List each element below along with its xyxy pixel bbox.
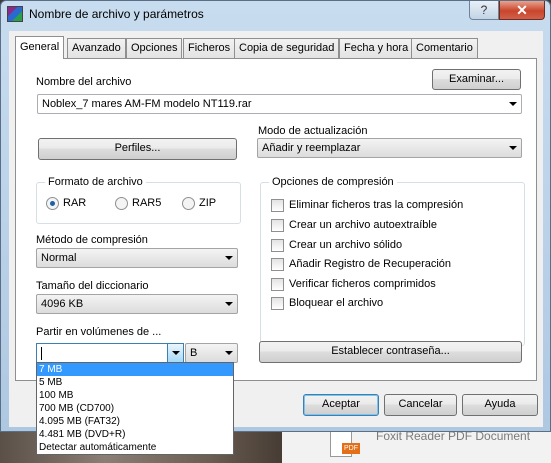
list-item[interactable]: 4.095 MB (FAT32) xyxy=(37,415,233,428)
list-item[interactable]: 5 MB xyxy=(37,376,233,389)
help-icon[interactable]: ? xyxy=(469,1,499,20)
tab-copia-de-seguridad[interactable]: Copia de seguridad xyxy=(234,38,340,58)
help-button[interactable]: Ayuda xyxy=(462,394,538,416)
tab-fecha-y-hora[interactable]: Fecha y hora xyxy=(339,38,414,58)
chevron-down-icon xyxy=(225,302,233,306)
chevron-down-icon xyxy=(225,256,233,260)
compression-options-title: Opciones de compresión xyxy=(269,176,397,188)
compression-method-label: Método de compresión xyxy=(36,234,148,246)
update-mode-label: Modo de actualización xyxy=(258,125,368,137)
pdf-icon: PDF xyxy=(342,443,360,454)
checkbox-solid[interactable] xyxy=(271,239,284,252)
split-volumes-label: Partir en volúmenes de ... xyxy=(36,326,162,338)
tab-comentario[interactable]: Comentario xyxy=(411,38,478,58)
checkbox-lock-label: Bloquear el archivo xyxy=(289,297,384,309)
split-volumes-input[interactable] xyxy=(36,343,170,363)
checkbox-verify-label: Verificar ficheros comprimidos xyxy=(289,278,436,290)
chevron-down-icon xyxy=(172,351,180,355)
radio-rar[interactable] xyxy=(46,197,59,210)
checkbox-verify[interactable] xyxy=(271,278,284,291)
checkbox-delete-files-label: Eliminar ficheros tras la compresión xyxy=(289,199,464,211)
update-mode-select[interactable]: Añadir y reemplazar xyxy=(257,138,522,158)
compression-method-select[interactable]: Normal xyxy=(36,248,238,268)
profiles-button[interactable]: Perfiles... xyxy=(38,138,237,160)
dictionary-size-label: Tamaño del diccionario xyxy=(36,280,149,292)
tab-general[interactable]: General xyxy=(15,36,65,59)
split-volumes-dropdown-button[interactable] xyxy=(167,343,184,363)
title-bar[interactable]: Nombre de archivo y parámetros ? ✕ xyxy=(1,1,550,28)
tab-opciones[interactable]: Opciones xyxy=(126,38,183,58)
checkbox-delete-files[interactable] xyxy=(271,199,284,212)
set-password-button[interactable]: Establecer contraseña... xyxy=(259,341,522,363)
update-mode-value: Añadir y reemplazar xyxy=(262,142,361,154)
radio-zip-label: ZIP xyxy=(199,197,217,209)
tab-avanzado[interactable]: Avanzado xyxy=(67,38,126,58)
radio-zip[interactable] xyxy=(182,197,195,210)
compression-options-group: Opciones de compresión Eliminar ficheros… xyxy=(260,176,525,346)
list-item[interactable]: Detectar automáticamente xyxy=(37,441,233,454)
archive-format-group: Formato de archivo RAR RAR5 ZIP xyxy=(36,176,241,224)
list-item[interactable]: 700 MB (CD700) xyxy=(37,402,233,415)
list-item[interactable]: 4.481 MB (DVD+R) xyxy=(37,428,233,441)
list-item[interactable]: 100 MB xyxy=(37,389,233,402)
chevron-down-icon xyxy=(509,146,517,150)
checkbox-recovery-record-label: Añadir Registro de Recuperación xyxy=(289,258,452,270)
split-unit-select[interactable]: B xyxy=(185,343,238,363)
chevron-down-icon xyxy=(225,351,233,355)
dictionary-size-select[interactable]: 4096 KB xyxy=(36,294,238,314)
archive-format-title: Formato de archivo xyxy=(45,176,146,188)
checkbox-solid-label: Crear un archivo sólido xyxy=(289,239,403,251)
text-caret xyxy=(41,347,42,360)
browse-button[interactable]: Examinar... xyxy=(432,69,521,90)
tab-ficheros[interactable]: Ficheros xyxy=(183,38,236,58)
dictionary-size-value: 4096 KB xyxy=(41,298,84,310)
winrar-icon xyxy=(7,6,23,22)
archive-name-value: Noblex_7 mares AM-FM modelo NT119.rar xyxy=(42,98,252,110)
split-unit-value: B xyxy=(190,347,198,359)
split-volumes-dropdown-list: 7 MB 5 MB 100 MB 700 MB (CD700) 4.095 MB… xyxy=(36,362,234,455)
window-title: Nombre de archivo y parámetros xyxy=(29,7,204,21)
list-item[interactable]: 7 MB xyxy=(37,363,233,376)
tab-panel-general: Nombre del archivo Examinar... Noblex_7 … xyxy=(15,58,537,381)
close-icon[interactable]: ✕ xyxy=(499,1,545,20)
ok-button[interactable]: Aceptar xyxy=(303,394,379,416)
archive-name-combo[interactable]: Noblex_7 mares AM-FM modelo NT119.rar xyxy=(37,94,522,114)
radio-rar5-label: RAR5 xyxy=(132,197,162,209)
compression-method-value: Normal xyxy=(41,252,77,264)
cancel-button[interactable]: Cancelar xyxy=(384,394,457,416)
checkbox-sfx-label: Crear un archivo autoextraíble xyxy=(289,219,437,231)
checkbox-lock[interactable] xyxy=(271,297,284,310)
checkbox-recovery-record[interactable] xyxy=(271,258,284,271)
checkbox-sfx[interactable] xyxy=(271,219,284,232)
archive-name-label: Nombre del archivo xyxy=(36,76,132,88)
radio-rar5[interactable] xyxy=(115,197,128,210)
radio-rar-label: RAR xyxy=(63,197,87,209)
chevron-down-icon[interactable] xyxy=(509,102,517,106)
